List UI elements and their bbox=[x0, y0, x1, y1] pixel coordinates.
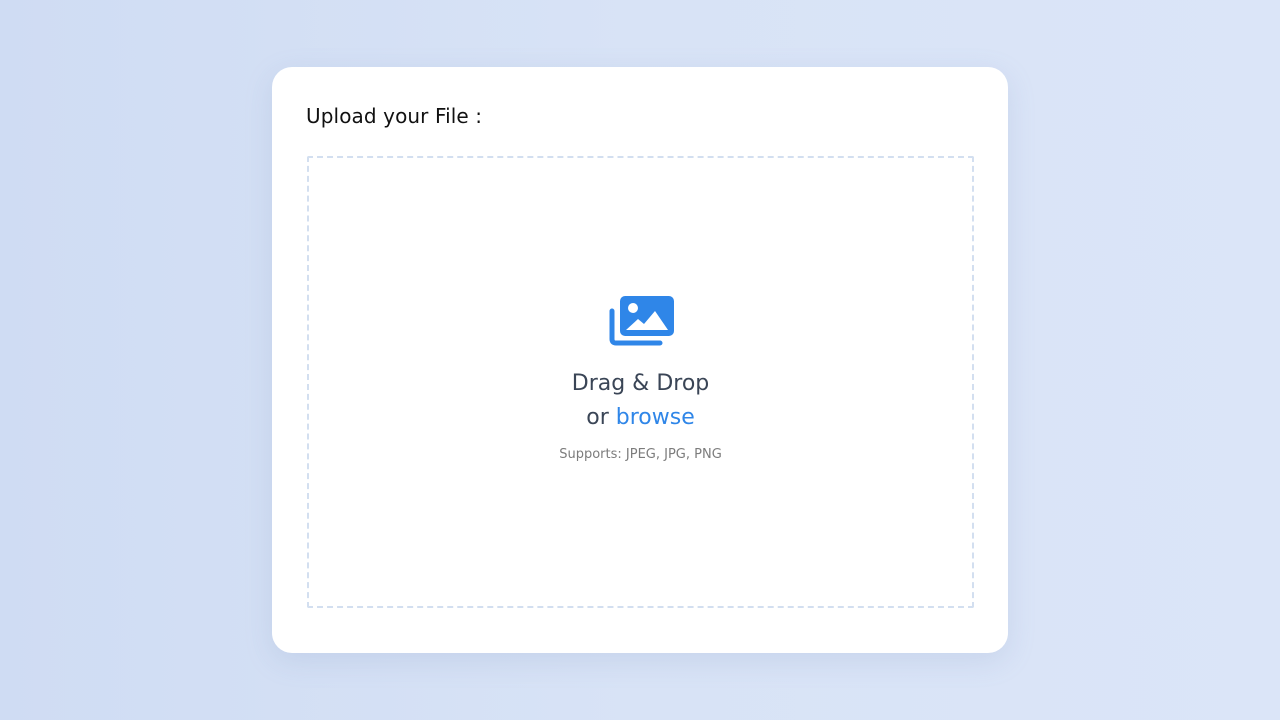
images-icon bbox=[608, 295, 674, 347]
or-text: or bbox=[586, 404, 616, 430]
upload-card: Upload your File : Drag & Drop or browse… bbox=[272, 67, 1008, 653]
drag-drop-text: Drag & Drop bbox=[571, 370, 710, 396]
upload-title: Upload your File : bbox=[306, 104, 483, 128]
browse-link[interactable]: browse bbox=[616, 405, 695, 430]
supports-text: Supports: JPEG, JPG, PNG bbox=[559, 446, 722, 462]
browse-line: or browse bbox=[586, 401, 694, 435]
drop-zone[interactable]: Drag & Drop or browse Supports: JPEG, JP… bbox=[307, 156, 974, 608]
